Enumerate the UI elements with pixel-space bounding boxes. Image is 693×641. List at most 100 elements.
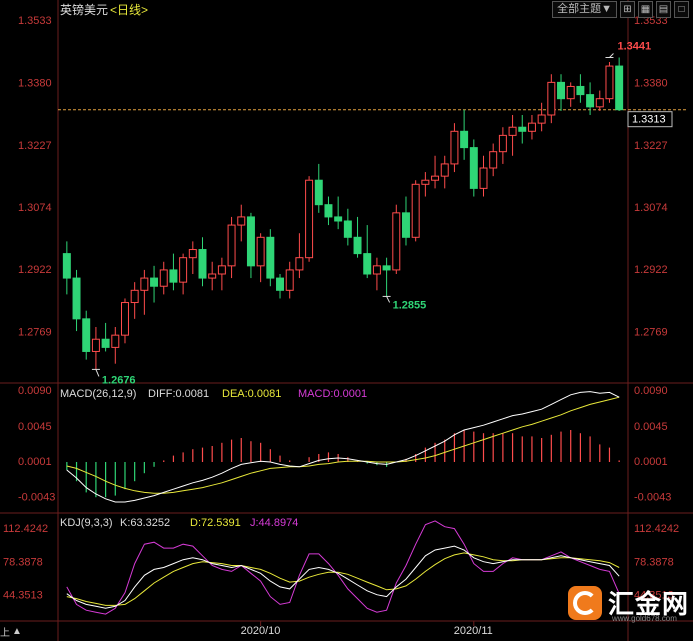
candle bbox=[179, 253, 188, 295]
candle bbox=[372, 257, 381, 291]
price-tick-right: 1.2769 bbox=[634, 326, 668, 338]
candle bbox=[246, 212, 255, 279]
candle bbox=[159, 261, 168, 295]
macd-tick-left: 0.0001 bbox=[18, 456, 52, 468]
grid-icon[interactable]: ⊞ bbox=[620, 1, 635, 18]
candle bbox=[266, 229, 275, 287]
candle bbox=[295, 233, 304, 279]
macd-tick-left: 0.0090 bbox=[18, 385, 52, 397]
candle bbox=[557, 74, 566, 111]
candle bbox=[62, 241, 71, 295]
candle-body bbox=[179, 257, 188, 283]
macd-title: MACD(26,12,9) bbox=[60, 388, 136, 400]
candle bbox=[276, 273, 285, 299]
candle-body bbox=[91, 338, 100, 352]
price-tick-right: 1.3074 bbox=[634, 202, 668, 214]
candle bbox=[334, 196, 343, 230]
candle-body bbox=[527, 122, 536, 132]
kdj-j-label: J:44.8974 bbox=[250, 517, 298, 529]
candle bbox=[91, 326, 100, 370]
candle bbox=[82, 310, 91, 360]
pager[interactable]: 上 ▲ bbox=[0, 624, 54, 639]
candle-body bbox=[411, 183, 420, 238]
candle-body bbox=[150, 277, 159, 287]
candle bbox=[382, 257, 391, 297]
candle bbox=[527, 114, 536, 140]
price-tick-left: 1.3074 bbox=[18, 202, 52, 214]
price-tick-left: 1.2922 bbox=[18, 264, 52, 276]
macd-tick-left: -0.0043 bbox=[18, 491, 55, 503]
candle bbox=[237, 204, 246, 242]
double-window-icon[interactable]: ▤ bbox=[656, 1, 671, 18]
price-tick-left: 1.3380 bbox=[18, 77, 52, 89]
candle-body bbox=[285, 269, 294, 291]
candle bbox=[605, 61, 614, 103]
low-price-label: 1.2676 bbox=[102, 374, 136, 386]
candle-body bbox=[246, 216, 255, 267]
candle-body bbox=[140, 277, 149, 291]
macd-tick-right: 0.0090 bbox=[634, 385, 668, 397]
kdj-tick-left: 78.3878 bbox=[3, 556, 43, 568]
macd-layer: 0.0090 0.0090 0.0045 0.0045 0.0001 0.0001 -0.0… bbox=[18, 385, 671, 503]
candle bbox=[392, 204, 401, 274]
candle-body bbox=[256, 236, 265, 267]
price-axis: 1.3533 1.35331.3380 1.33801.3227 1.32271.30… bbox=[18, 15, 668, 338]
candle bbox=[208, 261, 217, 291]
candle bbox=[353, 216, 362, 258]
candle bbox=[324, 196, 333, 226]
candle bbox=[440, 155, 449, 189]
candle bbox=[363, 225, 372, 279]
candle bbox=[566, 82, 575, 107]
candle-body bbox=[576, 85, 585, 96]
candle-body bbox=[498, 134, 507, 153]
theme-select-button[interactable]: 全部主题▼ bbox=[552, 1, 617, 18]
candle-body bbox=[188, 249, 197, 259]
candle-body bbox=[237, 216, 246, 226]
kdj-d-label: D:72.5391 bbox=[190, 517, 241, 529]
current-price-line: 1.3313 bbox=[58, 109, 688, 128]
candle-body bbox=[595, 98, 604, 108]
candle-body bbox=[469, 147, 478, 189]
macd-tick-right: 0.0001 bbox=[634, 456, 668, 468]
candle-body bbox=[198, 249, 207, 279]
high-price-label-leader bbox=[609, 53, 614, 58]
symbol-label: 英镑美元 bbox=[60, 2, 108, 17]
candle bbox=[595, 90, 604, 111]
candle bbox=[130, 282, 139, 319]
kdj-tick-right: 112.4242 bbox=[634, 523, 679, 535]
candle bbox=[586, 82, 595, 115]
candle bbox=[150, 265, 159, 303]
candle bbox=[111, 326, 120, 364]
single-window-icon[interactable]: □ bbox=[674, 1, 689, 18]
candle bbox=[576, 74, 585, 103]
price-tick-left: 1.3533 bbox=[18, 15, 52, 27]
candle bbox=[227, 216, 236, 279]
candle-body bbox=[460, 130, 469, 149]
kdj-j-line bbox=[66, 520, 620, 615]
page-up-icon[interactable]: ▲ bbox=[12, 626, 22, 637]
candle bbox=[198, 237, 207, 287]
macd-tick-right: 0.0045 bbox=[634, 421, 668, 433]
candle bbox=[169, 253, 178, 291]
candle bbox=[120, 298, 129, 344]
candle bbox=[537, 102, 546, 132]
candle-body bbox=[266, 236, 275, 279]
candle-body bbox=[401, 212, 410, 238]
current-price-text: 1.3313 bbox=[632, 114, 666, 126]
candle bbox=[314, 163, 323, 213]
candle-body bbox=[440, 163, 449, 177]
price-tick-left: 1.2769 bbox=[18, 326, 52, 338]
candle-body bbox=[479, 167, 488, 189]
price-tick-right: 1.3380 bbox=[634, 77, 668, 89]
candle-body bbox=[392, 212, 401, 271]
candle-body bbox=[537, 114, 546, 124]
candle-body bbox=[557, 81, 566, 100]
period-label[interactable]: <日线> bbox=[110, 3, 148, 17]
candle bbox=[72, 269, 81, 332]
logo-badge-icon bbox=[568, 585, 602, 620]
price-tick-left: 1.3227 bbox=[18, 140, 52, 152]
date-axis: 2020/10 2020/11 bbox=[241, 621, 493, 637]
candle bbox=[508, 114, 517, 156]
chart-icon[interactable]: ▦ bbox=[638, 1, 653, 18]
kdj-tick-left: 44.3513 bbox=[3, 589, 43, 601]
